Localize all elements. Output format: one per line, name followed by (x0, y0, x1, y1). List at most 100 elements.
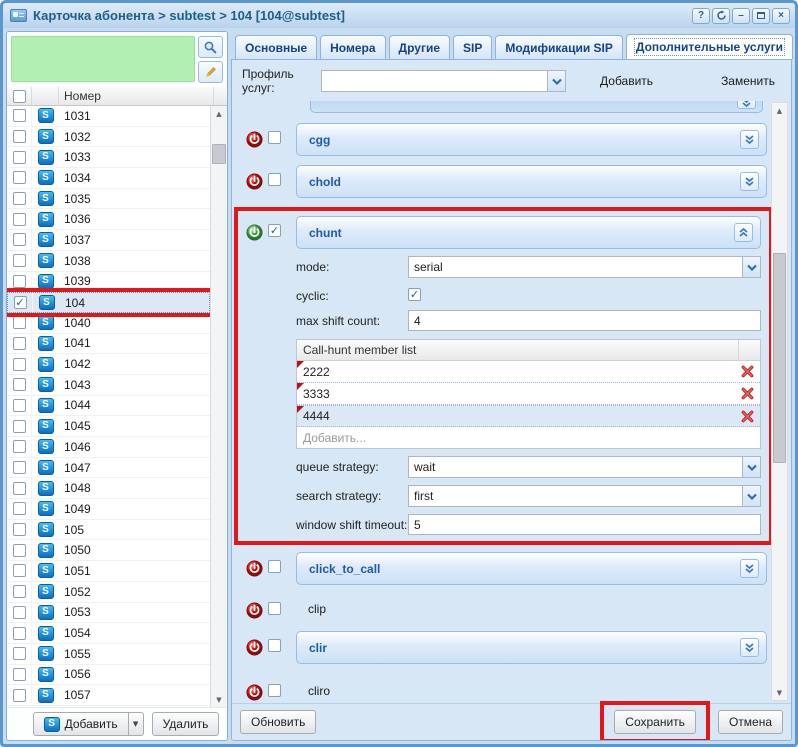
profile-replace-button[interactable]: Заменить (713, 70, 783, 92)
power-off-icon[interactable] (246, 560, 263, 577)
row-checkbox[interactable] (12, 150, 26, 164)
list-item[interactable]: 1046 (7, 437, 210, 458)
help-button[interactable]: ? (692, 7, 710, 24)
row-checkbox[interactable] (12, 688, 26, 702)
tab-drugie[interactable]: Другие (388, 35, 450, 59)
save-button[interactable]: Сохранить (614, 710, 696, 734)
service-panel[interactable]: click_to_call (296, 552, 767, 585)
list-item[interactable]: 1038 (7, 250, 210, 272)
list-item[interactable]: 1056 (7, 664, 210, 686)
search-strategy-select[interactable]: first (408, 485, 761, 507)
chevron-double-down-icon[interactable] (740, 130, 759, 149)
number-column-header[interactable]: Номер (59, 87, 214, 105)
tab-modifikacii-sip[interactable]: Модификации SIP (495, 35, 623, 59)
scroll-up-icon[interactable]: ▲ (772, 103, 787, 118)
add-subscriber-menu-button[interactable]: ▼ (128, 712, 144, 736)
delete-member-button[interactable] (734, 364, 760, 379)
cyclic-checkbox[interactable] (408, 288, 421, 301)
service-checkbox[interactable] (268, 131, 281, 144)
minimize-button[interactable]: – (732, 7, 750, 24)
service-panel[interactable]: cgg (296, 123, 767, 156)
list-item[interactable]: 1049 (7, 499, 210, 520)
row-checkbox[interactable] (12, 461, 26, 475)
row-checkbox[interactable] (12, 626, 26, 640)
list-item[interactable]: 1039 (7, 271, 210, 293)
row-checkbox[interactable] (12, 564, 26, 578)
service-checkbox[interactable] (268, 560, 281, 573)
tab-sip[interactable]: SIP (453, 35, 493, 59)
chevron-down-icon[interactable] (547, 71, 566, 91)
left-list-scrollbar[interactable]: ▲ ▼ (210, 106, 227, 707)
member-number[interactable]: 4444 (297, 406, 734, 426)
row-checkbox[interactable] (12, 667, 26, 681)
member-number[interactable]: 2222 (297, 361, 734, 382)
service-panel[interactable]: chold (296, 165, 767, 198)
member-row[interactable]: 2222 (297, 361, 760, 383)
row-checkbox[interactable] (12, 130, 26, 144)
tab-dopolnitelnye-uslugi[interactable]: Дополнительные услуги (625, 34, 794, 59)
chevron-double-up-icon[interactable] (734, 223, 753, 242)
list-item[interactable]: 1032 (7, 126, 210, 148)
profile-add-button[interactable]: Добавить (592, 70, 661, 92)
scroll-up-icon[interactable]: ▲ (211, 106, 227, 121)
row-checkbox[interactable] (12, 254, 26, 268)
cancel-button[interactable]: Отмена (717, 710, 783, 734)
search-button[interactable] (198, 36, 223, 58)
row-checkbox[interactable] (12, 419, 26, 433)
add-subscriber-button[interactable]: Добавить (32, 712, 129, 736)
row-checkbox[interactable] (12, 109, 26, 123)
row-checkbox[interactable] (12, 585, 26, 599)
power-off-icon[interactable] (246, 684, 263, 701)
power-off-icon[interactable] (246, 639, 263, 656)
refresh-window-button[interactable] (712, 7, 730, 24)
row-checkbox[interactable] (12, 543, 26, 557)
max-shift-count-input[interactable] (408, 310, 761, 331)
delete-member-button[interactable] (734, 409, 760, 424)
list-item[interactable]: 1034 (7, 168, 210, 189)
tab-nomera[interactable]: Номера (320, 35, 386, 59)
delete-subscriber-button[interactable]: Удалить (151, 712, 220, 736)
tab-osnovnye[interactable]: Основные (235, 35, 318, 59)
refresh-button[interactable]: Обновить (240, 710, 317, 734)
member-row[interactable]: 3333 (297, 383, 760, 405)
power-off-icon[interactable] (246, 173, 263, 190)
service-label[interactable]: clip (296, 594, 767, 619)
close-button[interactable]: × (772, 7, 790, 24)
chevron-double-down-icon[interactable] (740, 559, 759, 578)
service-panel[interactable]: chunt (296, 216, 761, 249)
list-item[interactable]: 1036 (7, 209, 210, 231)
row-checkbox[interactable] (12, 233, 26, 247)
list-item[interactable]: 1057 (7, 685, 210, 706)
row-checkbox[interactable] (12, 212, 26, 226)
list-item[interactable]: 1035 (7, 188, 210, 210)
list-item[interactable]: 1033 (7, 147, 210, 169)
chevron-down-icon[interactable] (742, 486, 760, 506)
member-row[interactable]: 4444 (297, 405, 760, 427)
service-checkbox[interactable] (268, 684, 281, 697)
power-off-icon[interactable] (246, 602, 263, 619)
power-on-icon[interactable] (246, 224, 263, 241)
scroll-down-icon[interactable]: ▼ (211, 692, 227, 707)
row-checkbox[interactable] (12, 605, 26, 619)
row-checkbox[interactable] (12, 192, 26, 206)
list-item[interactable]: 1043 (7, 374, 210, 396)
list-item[interactable]: 1031 (7, 106, 210, 127)
list-item[interactable]: 104 (7, 288, 210, 317)
row-checkbox[interactable] (12, 481, 26, 495)
row-checkbox[interactable] (12, 336, 26, 350)
list-item[interactable]: 1047 (7, 457, 210, 479)
delete-member-button[interactable] (734, 386, 760, 401)
row-checkbox[interactable] (12, 378, 26, 392)
service-label[interactable]: cliro (296, 676, 767, 701)
row-checkbox[interactable] (12, 523, 26, 537)
service-checkbox[interactable] (268, 224, 281, 237)
row-checkbox[interactable] (12, 357, 26, 371)
row-checkbox[interactable] (12, 440, 26, 454)
service-checkbox[interactable] (268, 639, 281, 652)
scroll-down-icon[interactable]: ▼ (772, 685, 787, 700)
queue-strategy-select[interactable]: wait (408, 456, 761, 478)
list-item[interactable]: 1037 (7, 230, 210, 251)
member-add-row[interactable]: Добавить... (297, 427, 760, 448)
service-profile-select[interactable] (320, 70, 567, 92)
list-item[interactable]: 1044 (7, 395, 210, 417)
